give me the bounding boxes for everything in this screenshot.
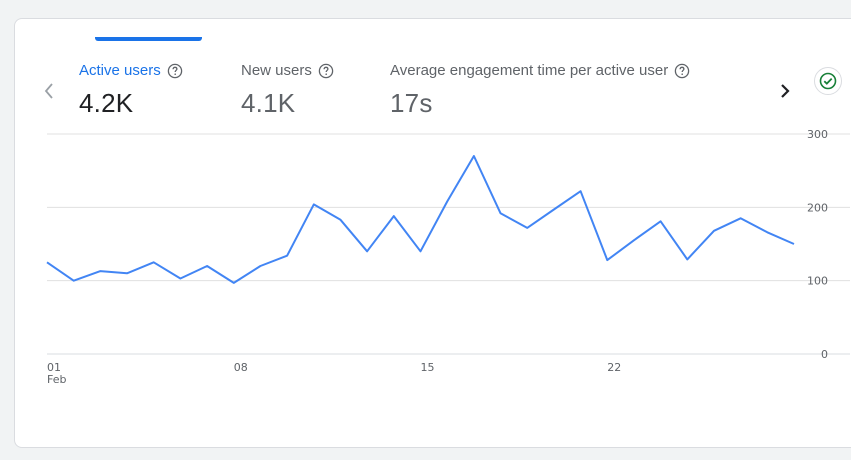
data-point[interactable] bbox=[94, 265, 106, 277]
data-point[interactable] bbox=[681, 253, 693, 265]
x-tick-label: 08 bbox=[234, 361, 248, 374]
data-point[interactable] bbox=[575, 185, 587, 197]
y-tick-label: 200 bbox=[807, 201, 828, 214]
data-point[interactable] bbox=[121, 267, 133, 279]
data-point[interactable] bbox=[468, 150, 480, 162]
data-point[interactable] bbox=[388, 210, 400, 222]
data-point[interactable] bbox=[708, 225, 720, 237]
data-point[interactable] bbox=[361, 245, 373, 257]
y-tick-label: 300 bbox=[807, 128, 828, 141]
x-tick-label: 15 bbox=[421, 361, 435, 374]
data-point[interactable] bbox=[334, 214, 346, 226]
x-tick-sublabel: Feb bbox=[47, 373, 66, 386]
data-point[interactable] bbox=[655, 215, 667, 227]
active-users-line-chart: 0100200300 01Feb08 15 22 bbox=[41, 128, 850, 386]
data-point[interactable] bbox=[521, 222, 533, 234]
data-point[interactable] bbox=[788, 238, 800, 250]
data-point[interactable] bbox=[441, 195, 453, 207]
data-point[interactable] bbox=[68, 275, 80, 287]
data-point[interactable] bbox=[735, 212, 747, 224]
data-point[interactable] bbox=[628, 234, 640, 246]
y-tick-label: 0 bbox=[821, 348, 828, 361]
data-point[interactable] bbox=[201, 260, 213, 272]
data-point[interactable] bbox=[41, 256, 53, 268]
data-point[interactable] bbox=[548, 204, 560, 216]
data-point[interactable] bbox=[761, 226, 773, 238]
data-point[interactable] bbox=[308, 198, 320, 210]
x-tick-label: 22 bbox=[607, 361, 621, 374]
data-point[interactable] bbox=[254, 260, 266, 272]
data-point[interactable] bbox=[415, 245, 427, 257]
active-users-card: Active users 4.2K New users 4.1K Average… bbox=[14, 18, 851, 448]
data-point[interactable] bbox=[281, 250, 293, 262]
data-point[interactable] bbox=[228, 277, 240, 289]
data-point[interactable] bbox=[495, 207, 507, 219]
y-tick-label: 100 bbox=[807, 275, 828, 288]
data-point[interactable] bbox=[148, 256, 160, 268]
data-point[interactable] bbox=[174, 272, 186, 284]
data-point[interactable] bbox=[601, 254, 613, 266]
